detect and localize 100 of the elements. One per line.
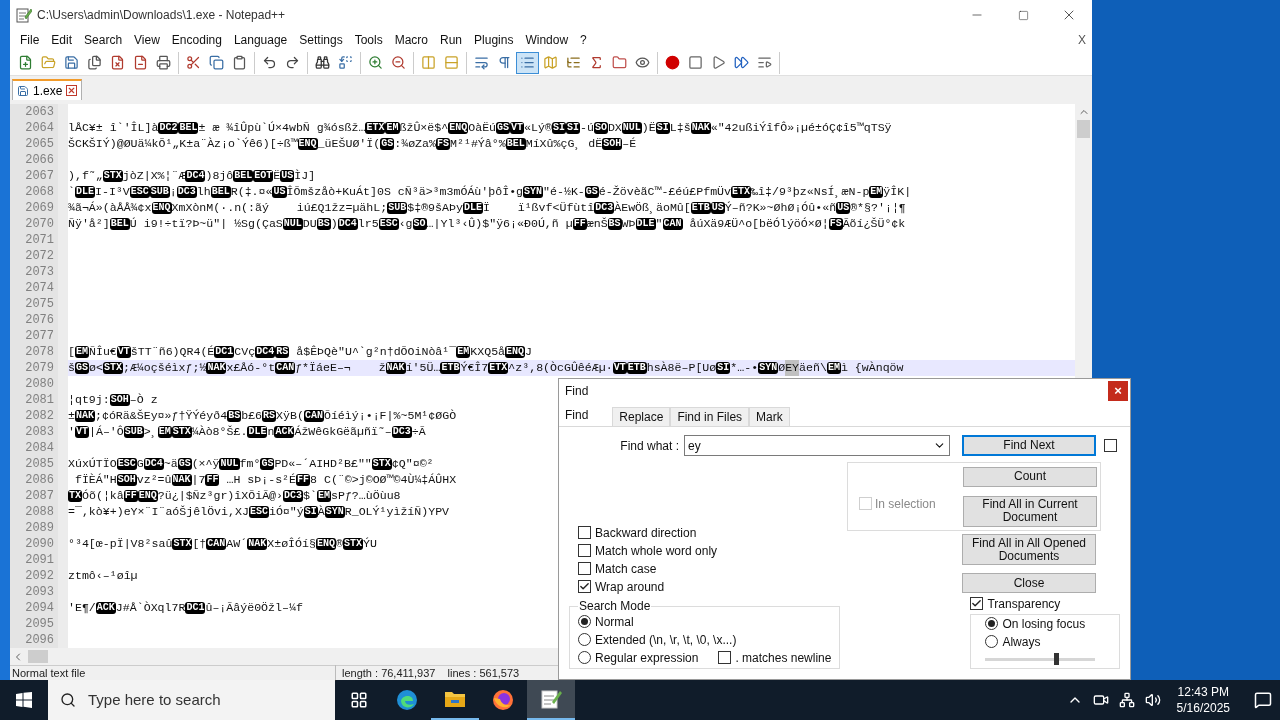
volume-icon[interactable]: [1144, 692, 1161, 708]
check-icon: [971, 598, 983, 609]
file-tab[interactable]: 1.exe: [12, 79, 83, 100]
dialog-close-button[interactable]: ×: [1108, 381, 1128, 401]
camera-icon[interactable]: [1092, 692, 1109, 708]
menu-item[interactable]: Edit: [45, 31, 79, 49]
menu-item[interactable]: Tools: [348, 31, 389, 49]
network-icon[interactable]: [1118, 692, 1135, 708]
menu-item[interactable]: Encoding: [165, 31, 228, 49]
code-text: «"42ußiÝîfÔ»¡µé±óÇ¢î5™qTSÿ: [710, 120, 892, 136]
radio-button[interactable]: [985, 635, 999, 648]
line-number: 2070: [25, 216, 54, 233]
menu-item[interactable]: File: [14, 31, 46, 49]
line-number: 2082: [25, 408, 54, 425]
menu-item[interactable]: Run: [434, 31, 469, 49]
checkbox[interactable]: [1104, 439, 1117, 452]
fast-forward-icon: [734, 55, 749, 70]
control-char-badge: BS: [607, 218, 622, 230]
menu-item[interactable]: Settings: [293, 31, 349, 49]
checkbox[interactable]: [578, 580, 591, 593]
find-what-label: Find what :: [619, 437, 679, 455]
find-all-opened-button[interactable]: Find All in All Opened Documents: [962, 534, 1096, 565]
taskbar-app-button[interactable]: [527, 680, 575, 720]
slider-thumb[interactable]: [1053, 653, 1059, 665]
search-match: EY: [785, 360, 800, 376]
menu-item[interactable]: ?: [574, 31, 593, 49]
control-char-badge: STX: [342, 538, 363, 550]
radio-label: Regular expression: [595, 649, 699, 667]
radio-button[interactable]: [578, 615, 591, 628]
find-all-current-button[interactable]: Find All in Current Document: [963, 495, 1097, 527]
control-char-badge: ETX: [488, 362, 509, 374]
checkbox[interactable]: [578, 544, 591, 557]
find-what-field[interactable]: ey: [684, 435, 950, 456]
record-icon: [665, 55, 680, 70]
code-text: XÿB(: [276, 408, 304, 424]
wrap-text-icon: [474, 55, 489, 70]
tab-close-button[interactable]: [66, 85, 78, 96]
control-char-badge: ENQ: [137, 490, 158, 502]
control-char-badge: ENQ: [297, 138, 318, 150]
notification-icon[interactable]: [1254, 691, 1272, 709]
line-number: 2081: [25, 392, 54, 409]
control-char-badge: FS: [828, 218, 843, 230]
find-next-button[interactable]: Find Next: [962, 435, 1096, 456]
radio-button[interactable]: [578, 633, 591, 646]
taskbar-search-field[interactable]: Type here to search: [48, 680, 335, 720]
code-text: ±: [68, 408, 75, 424]
windows-logo-icon: [16, 692, 32, 708]
checkbox[interactable]: [718, 651, 732, 664]
code-text: n: [267, 424, 275, 440]
code-text: AW´: [226, 536, 248, 552]
control-char-badge: SI: [565, 122, 580, 134]
code-text: Ý–ñ?K»~ØhØ¡Óû•«ñ: [724, 200, 837, 216]
code-text: DU: [302, 216, 317, 232]
folder-icon: [444, 690, 466, 708]
line-number: 2091: [25, 552, 54, 569]
transparency-slider[interactable]: [985, 653, 1096, 665]
code-text: [: [68, 344, 75, 360]
code-text: DX: [607, 120, 622, 136]
scroll-thumb[interactable]: [28, 650, 48, 663]
code-text: J: [525, 344, 533, 360]
dialog-tab[interactable]: Find in Files: [670, 407, 750, 426]
control-char-badge: DC3: [391, 426, 412, 438]
close-button[interactable]: Close: [962, 573, 1096, 593]
scroll-thumb[interactable]: [1077, 120, 1090, 138]
columns-icon: [421, 55, 436, 70]
checkbox[interactable]: [578, 562, 591, 575]
control-char-badge: ENQ: [505, 346, 526, 358]
count-button[interactable]: Count: [963, 466, 1097, 487]
control-char-badge: NUL: [621, 122, 642, 134]
menu-close-button[interactable]: X: [1078, 31, 1086, 49]
code-text: x£Åó-°t: [226, 360, 276, 376]
list-icon: [520, 55, 535, 70]
checkbox[interactable]: [970, 597, 984, 610]
dialog-tab[interactable]: Mark: [749, 407, 790, 426]
code-text: CVç: [234, 344, 256, 360]
menu-item[interactable]: Window: [519, 31, 575, 49]
menu-item[interactable]: Plugins: [468, 31, 520, 49]
menu-item[interactable]: View: [128, 31, 166, 49]
window-title: C:\Users\admin\Downloads\1.exe - Notepad++: [37, 7, 286, 24]
menu-item[interactable]: Search: [78, 31, 129, 49]
radio-button[interactable]: [985, 617, 999, 630]
menu-item[interactable]: Macro: [388, 31, 434, 49]
control-char-badge: BEL: [233, 170, 254, 182]
control-char-badge: VT: [116, 346, 131, 358]
code-text: Ï ï¹ßvf<Üfùtî: [482, 200, 595, 216]
control-char-badge: NAK: [171, 474, 192, 486]
radio-button[interactable]: [578, 651, 591, 664]
line-number: 2065: [25, 136, 54, 153]
code-text: ÀEwÖß¸äoMû[: [614, 200, 691, 216]
clipboard-icon: [232, 55, 247, 70]
code-text: ± æ ¾îÛpù`Ú×4wbÑ g¾ósßž…: [198, 120, 366, 136]
code-text: ì {wÀnqöw: [840, 360, 904, 376]
line-number: 2095: [25, 616, 54, 633]
dialog-tab[interactable]: Replace: [612, 407, 671, 426]
checkbox-label: Wrap around: [595, 578, 665, 596]
menu-item[interactable]: Language: [227, 31, 294, 49]
code-text: X±øÎÓí§: [267, 536, 316, 552]
checkbox[interactable]: [578, 526, 591, 539]
control-char-badge: ACK: [95, 602, 116, 614]
code-text: ¦qt9j:: [68, 392, 110, 408]
